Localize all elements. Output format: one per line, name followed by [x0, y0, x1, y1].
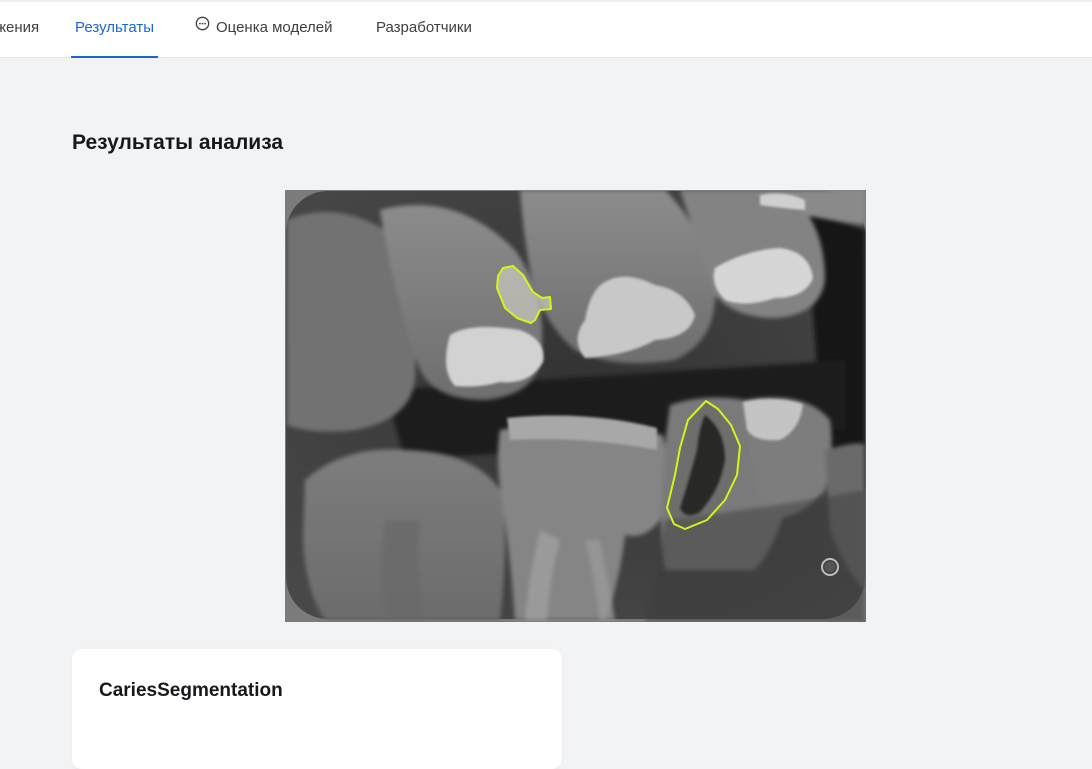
- tab-developers[interactable]: Разработчики: [376, 0, 472, 57]
- nav-top-edge: [0, 0, 1092, 2]
- tab-results[interactable]: Результаты: [71, 0, 158, 58]
- active-tab-indicator: [71, 56, 158, 58]
- tab-label: Разработчики: [376, 19, 472, 36]
- tab-model-evaluation[interactable]: Оценка моделей: [195, 0, 333, 57]
- result-card: CariesSegmentation: [72, 649, 562, 769]
- tab-label: Оценка моделей: [216, 19, 333, 36]
- xray-result-image: [285, 190, 866, 622]
- tab-label: жения: [0, 19, 40, 36]
- top-navigation: жения Результаты Оценка моделей Разработ…: [0, 0, 1092, 58]
- tab-label: Результаты: [75, 19, 154, 36]
- page-title: Результаты анализа: [72, 131, 284, 154]
- card-title: CariesSegmentation: [99, 680, 283, 701]
- tab-images[interactable]: жения: [0, 0, 39, 57]
- chat-bubble-icon: [195, 0, 210, 55]
